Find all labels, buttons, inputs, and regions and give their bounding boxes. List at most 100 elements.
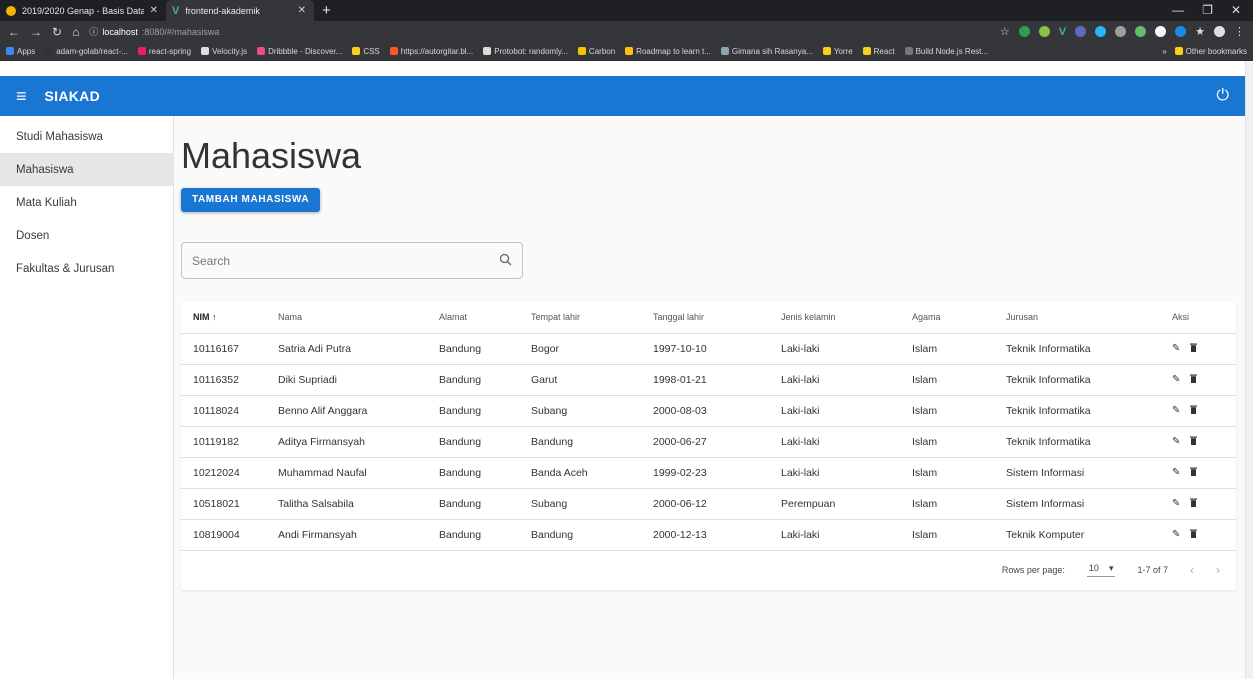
app-bar: ≡ SIAKAD ⏻ (0, 76, 1245, 116)
add-mahasiswa-button[interactable]: TAMBAH MAHASISWA (181, 188, 321, 212)
sidebar-item-mata-kuliah[interactable]: Mata Kuliah (0, 186, 173, 219)
cell-nama: Benno Alif Anggara (278, 395, 439, 427)
browser-tab[interactable]: 2019/2020 Genap - Basis Data 2 ✕ (0, 0, 166, 21)
back-icon[interactable]: ← (8, 25, 20, 39)
edit-pencil-icon[interactable]: ✎ (1172, 467, 1180, 478)
bookmark-item[interactable]: Velocity.js (201, 47, 247, 56)
extension-icon[interactable] (1155, 26, 1167, 37)
forward-icon[interactable]: → (30, 25, 42, 39)
column-header-tanggal-lahir[interactable]: Tanggal lahir (653, 302, 781, 334)
delete-trash-icon[interactable] (1190, 436, 1198, 448)
hamburger-menu-icon[interactable]: ≡ (16, 86, 27, 107)
table-row: 10116167 Satria Adi Putra Bandung Bogor 1997… (181, 333, 1236, 365)
restore-icon[interactable]: ❐ (1202, 0, 1213, 21)
star-icon[interactable]: ☆ (1000, 25, 1010, 38)
minimize-icon[interactable]: — (1172, 0, 1184, 21)
bookmark-item[interactable]: Gimana sih Rasanya... (720, 47, 813, 56)
tab-close-icon[interactable]: ✕ (298, 5, 306, 16)
next-page-icon[interactable]: › (1216, 563, 1220, 577)
edit-pencil-icon[interactable]: ✎ (1172, 343, 1180, 354)
column-header-agama[interactable]: Agama (912, 302, 1006, 334)
cell-nama: Muhammad Naufal (278, 457, 439, 489)
bookmark-item[interactable]: react-spring (137, 47, 191, 56)
cell-tempat-lahir: Garut (531, 364, 653, 396)
power-logout-icon[interactable]: ⏻ (1216, 87, 1229, 105)
bookmark-item[interactable]: Build Node.js Rest... (904, 47, 988, 56)
delete-trash-icon[interactable] (1190, 467, 1198, 479)
column-header-jurusan[interactable]: Jurusan (1006, 302, 1172, 334)
delete-trash-icon[interactable] (1190, 343, 1198, 355)
bookmark-item[interactable]: React (862, 47, 895, 56)
bookmark-item[interactable]: https://autorgitar.bl... (389, 47, 473, 56)
sidebar-item-studi-mahasiswa[interactable]: Studi Mahasiswa (0, 120, 173, 153)
bookmark-item[interactable]: Protobot: randomly... (483, 47, 568, 56)
search-field[interactable] (181, 242, 523, 279)
extension-icon[interactable] (1038, 26, 1050, 37)
other-bookmarks[interactable]: Other bookmarks (1174, 47, 1247, 56)
extension-icon[interactable] (1135, 26, 1147, 37)
extension-icon[interactable] (1018, 26, 1030, 37)
new-tab-icon[interactable]: + (314, 0, 339, 21)
extension-icon[interactable] (1175, 26, 1187, 37)
rows-per-page-value: 10 (1088, 563, 1099, 573)
bookmark-apps[interactable]: Apps (6, 47, 35, 56)
extension-icon[interactable] (1095, 26, 1107, 37)
address-bar[interactable]: ⓘ localhost:8080/#/mahasiswa (89, 25, 219, 38)
column-header-tempat-lahir[interactable]: Tempat lahir (531, 302, 653, 334)
cell-nim: 10116167 (181, 333, 278, 365)
delete-trash-icon[interactable] (1190, 374, 1198, 386)
extension-icon[interactable] (1115, 26, 1127, 37)
browser-tab-active[interactable]: V frontend-akademik ✕ (166, 0, 314, 21)
edit-pencil-icon[interactable]: ✎ (1172, 529, 1180, 540)
puzzle-icon[interactable]: ★ (1195, 25, 1205, 38)
column-header-alamat[interactable]: Alamat (439, 302, 531, 334)
home-icon[interactable]: ⌂ (72, 25, 79, 39)
delete-trash-icon[interactable] (1190, 529, 1198, 541)
search-icon[interactable] (499, 253, 512, 269)
vue-favicon-icon: V (172, 4, 180, 17)
bookmark-item[interactable]: Roadmap to learn t... (625, 47, 711, 56)
tab-close-icon[interactable]: ✕ (150, 5, 158, 16)
prev-page-icon[interactable]: ‹ (1190, 563, 1194, 577)
kebab-menu-icon[interactable]: ⋮ (1234, 25, 1245, 38)
bookmark-item[interactable]: Dribbble - Discover... (257, 47, 342, 56)
cell-tempat-lahir: Subang (531, 488, 653, 520)
cell-tanggal-lahir: 2000-06-12 (653, 488, 781, 520)
cell-nim: 10118024 (181, 395, 278, 427)
close-window-icon[interactable]: ✕ (1231, 0, 1241, 21)
rows-per-page-select[interactable]: 10 ▾ (1086, 562, 1116, 577)
edit-pencil-icon[interactable]: ✎ (1172, 405, 1180, 416)
edit-pencil-icon[interactable]: ✎ (1172, 436, 1180, 447)
page-top-strip (0, 61, 1245, 76)
reload-icon[interactable]: ↻ (52, 25, 62, 39)
profile-avatar-icon[interactable] (1214, 26, 1225, 37)
column-header-nim[interactable]: NIM ↑ (181, 302, 278, 334)
column-header-nama[interactable]: Nama (278, 302, 439, 334)
sidebar-item-mahasiswa[interactable]: Mahasiswa (0, 153, 173, 186)
bookmark-item[interactable]: CSS (352, 47, 380, 56)
info-icon[interactable]: ⓘ (89, 25, 98, 38)
delete-trash-icon[interactable] (1190, 498, 1198, 510)
dropdown-arrow-icon: ▾ (1108, 562, 1114, 573)
table-body: 10116167 Satria Adi Putra Bandung Bogor 1997… (181, 333, 1236, 551)
bookmark-item[interactable]: Yorre (822, 47, 853, 56)
cell-alamat: Bandung (439, 488, 531, 520)
sort-arrow-icon[interactable]: ↑ (212, 312, 217, 322)
column-header-jenis-kelamin[interactable]: Jenis kelamin (781, 302, 912, 334)
page-scrollbar[interactable] (1245, 61, 1253, 679)
vue-devtools-icon[interactable]: V (1059, 26, 1066, 38)
edit-pencil-icon[interactable]: ✎ (1172, 374, 1180, 385)
bookmarks-overflow[interactable]: » (1162, 47, 1166, 56)
cell-aksi: ✎ (1172, 395, 1236, 427)
search-input[interactable] (192, 253, 472, 268)
bookmark-item[interactable]: adam-golab/react-... (45, 47, 128, 56)
bookmark-item[interactable]: Carbon (577, 47, 615, 56)
extension-icon[interactable] (1075, 26, 1087, 37)
sidebar-item-fakultas-jurusan[interactable]: Fakultas & Jurusan (0, 252, 173, 285)
delete-trash-icon[interactable] (1190, 405, 1198, 417)
bookmark-favicon-icon (904, 47, 913, 55)
sidebar-item-dosen[interactable]: Dosen (0, 219, 173, 252)
cell-nim: 10116352 (181, 364, 278, 396)
cell-jurusan: Sistem Informasi (1006, 457, 1172, 489)
edit-pencil-icon[interactable]: ✎ (1172, 498, 1180, 509)
